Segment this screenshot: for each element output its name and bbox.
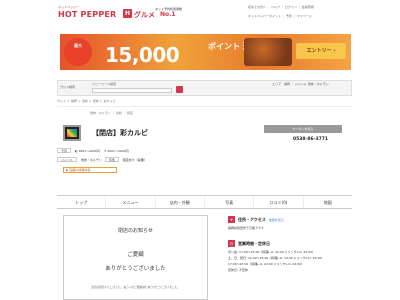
closed-note: 当店は閉店いたしました。長らくのご愛顧誠にありがとうございました。 <box>91 285 180 289</box>
coupon-button[interactable]: クーポンを見る <box>264 125 342 133</box>
hours-heading-row: ◷ 営業時間・定休日 <box>228 240 352 247</box>
divider <box>57 106 352 107</box>
tab-menu[interactable]: メニュー <box>106 196 156 208</box>
shop-logo-image <box>67 129 77 137</box>
location-icon: ⌖ <box>228 216 235 223</box>
breadcrumb[interactable]: グルメ ＞ 静岡 ＞ 浜松 ＞ 焼肉 ＞ 彩カルビ <box>57 99 357 103</box>
header-links[interactable]: 初めての方へ ｜ ヘルプ ｜ ログイン ｜ 会員登録 <box>248 5 348 9</box>
logo-tagline: ホットペッパー <box>58 5 80 9</box>
shop-tags: 焼肉・ホルモン ｜ 浜松 ｜ 閉店 <box>90 111 133 115</box>
info-row: ジャンル 焼肉・ホルモン 特徴 個室あり（禁煙） <box>57 157 257 162</box>
header-icon-links[interactable]: ホットペッパーポイント ｜ 予約 ｜ マイページ <box>248 14 348 18</box>
budget-lunch-value: 2001～3000円 <box>107 149 129 153</box>
search-area-genre[interactable]: エリア 静岡 ｜ ジャンル 焼肉・ホルモン <box>272 82 348 86</box>
hours-heading: 営業時間・定休日 <box>238 240 270 246</box>
feature-value: 個室あり（禁煙） <box>122 158 147 162</box>
tab-photos[interactable]: 写真 <box>205 196 255 208</box>
access-address: 静岡県磐田市下万能３９４ <box>228 226 265 230</box>
genre-label: ジャンル <box>57 157 77 162</box>
feature-label: 特徴 <box>104 157 119 162</box>
tab-top[interactable]: トップ <box>57 196 107 208</box>
map-link[interactable]: 地図を見る <box>269 218 284 222</box>
hours-line-3: 17:00～23:00（料理L.O. 22:00 ドリンクL.O. 22:00） <box>228 262 305 266</box>
clock-icon: ◷ <box>228 240 235 247</box>
logo-hotpepper[interactable]: HOT PEPPER <box>58 10 116 19</box>
free-word-label: フリーワード検索 <box>92 82 117 86</box>
budget-lunch: ☀ 2001～3000円 <box>103 149 129 153</box>
h-logo-icon: H <box>123 9 132 18</box>
hours-line-2: 土、日、祝日: 11:30～15:00（料理L.O. 14:30 ドリンクL.O… <box>228 256 325 260</box>
tab-reviews[interactable]: 口コミ(0) <box>254 196 304 208</box>
shop-name: 【閉店】彩カルビ <box>92 129 148 137</box>
closed-line1: ご愛顧 <box>127 252 144 258</box>
shop-detail-button[interactable]: ▶ 店舗の詳細情報 <box>63 167 117 173</box>
tab-interior[interactable]: 店内・外観 <box>156 196 205 208</box>
budget-label: 予算 <box>57 148 72 153</box>
search-input[interactable] <box>92 88 172 93</box>
access-heading-row: ⌖ 住所・アクセス 地図を見る <box>228 216 352 223</box>
search-button[interactable] <box>176 86 183 93</box>
ad-entry-button[interactable]: エントリー › <box>296 43 346 59</box>
ad-circle: 最大 <box>64 38 92 66</box>
genre-value: 焼肉・ホルモン <box>80 158 102 162</box>
budget-row: 予算 ◐ 3001～4000円 ☀ 2001～3000円 <box>57 148 257 153</box>
hours-line-4: 定休日: 不定休 <box>228 268 248 272</box>
shop-tabs: トップ メニュー 店内・外観 写真 口コミ(0) 地図 <box>57 195 352 209</box>
closed-line2: ありがとうございました <box>105 266 166 272</box>
no1-badge: No.1 <box>160 11 176 18</box>
tab-map[interactable]: 地図 <box>304 196 352 208</box>
search-label: グルメ検索 <box>60 85 76 89</box>
access-heading: 住所・アクセス <box>238 216 266 222</box>
ad-number: 15,000 <box>105 43 180 67</box>
logo-gourmet[interactable]: グルメ <box>134 10 155 20</box>
budget-dinner: ◐ 3001～4000円 <box>74 149 100 153</box>
hours-line-1: 月～金: 17:00～23:00（料理L.O. 22:00 ドリンクL.O. 2… <box>228 250 316 254</box>
budget-dinner-value: 3001～4000円 <box>78 149 100 153</box>
closed-title: 閉店のお知らせ <box>118 228 153 234</box>
ad-food-image <box>244 38 292 66</box>
ad-circle-text: 最大 <box>74 43 82 48</box>
phone-number: 0538-86-3771 <box>293 137 329 142</box>
